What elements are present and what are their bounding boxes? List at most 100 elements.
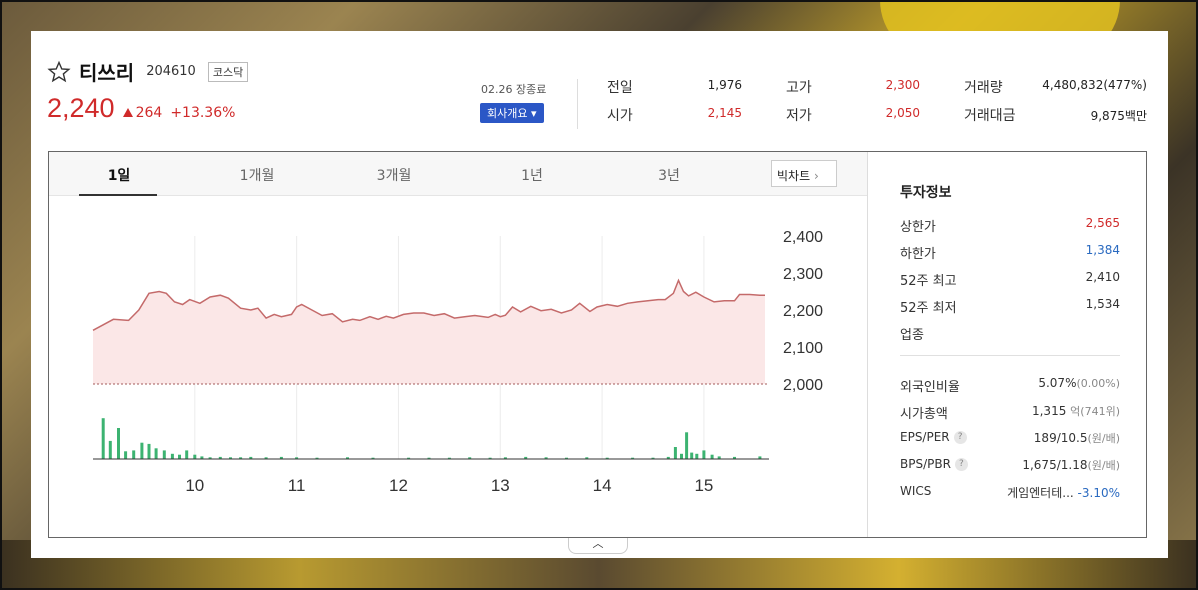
y-tick-label: 2,400 <box>783 229 823 246</box>
upper-limit-label: 상한가 <box>900 220 936 235</box>
market-cap-rank: (741위) <box>1080 405 1120 418</box>
price-chart: 2,400 2,300 2,200 2,100 2,000 10 11 12 13 14 15 <box>92 229 823 495</box>
tab-3months[interactable]: 3개월 <box>354 165 434 185</box>
tab-1year[interactable]: 1년 <box>492 165 572 185</box>
big-chart-label: 빅차트 <box>777 169 811 183</box>
week52-low-row: 52주 최저 1,534 <box>900 297 1120 316</box>
volume-value: 4,480,832(477%) <box>1042 78 1147 92</box>
y-tick-label: 2,300 <box>783 266 823 283</box>
chevron-up-icon: ︿ <box>592 537 604 550</box>
wics-sector-link[interactable]: 게임엔터테... <box>1007 486 1074 500</box>
volume-label: 거래량 <box>964 80 1003 96</box>
market-cap-value: 1,315 <box>1031 404 1067 418</box>
volume-bar <box>147 443 151 459</box>
help-icon[interactable]: ? <box>954 458 968 471</box>
lower-limit-label: 하한가 <box>900 247 936 262</box>
stock-panel: 티쓰리 204610 코스닥 2,240 264 +13.36% 02.26 장… <box>31 31 1168 558</box>
week52-low-value: 1,534 <box>1085 297 1120 311</box>
chart-container: 1일 1개월 3개월 1년 3년 빅차트 › 2,400 2,300 2,200 2,… <box>48 151 1147 538</box>
price-change: 264 <box>122 105 163 121</box>
volume-bar <box>702 450 706 459</box>
eps-per-label: EPS/PER <box>900 430 950 444</box>
upper-limit-row: 상한가 2,565 <box>900 216 1120 235</box>
sector-row: 업종 <box>900 324 1120 343</box>
market-cap-row: 시가총액 1,315 억(741위) <box>900 403 1120 422</box>
open-value: 2,145 <box>707 106 742 120</box>
tab-1day[interactable]: 1일 <box>79 165 159 185</box>
foreign-ratio-value: 5.07% <box>1038 376 1077 390</box>
volume-bar <box>695 453 699 459</box>
volume-bar <box>685 432 689 459</box>
high-value: 2,300 <box>885 78 920 92</box>
volume-bar <box>170 453 174 459</box>
divider <box>577 79 578 129</box>
stock-code: 204610 <box>146 64 196 79</box>
big-chart-button[interactable]: 빅차트 › <box>771 160 837 187</box>
volume-bar <box>117 428 120 459</box>
eps-per-row: EPS/PER? 189/10.5(원/배) <box>900 430 1120 445</box>
x-tick-label: 13 <box>491 476 510 495</box>
section-divider <box>900 355 1120 356</box>
change-value: 264 <box>135 105 163 121</box>
investment-info-title: 투자정보 <box>900 185 952 201</box>
bps-pbr-row: BPS/PBR? 1,675/1.18(원/배) <box>900 457 1120 472</box>
volume-bar <box>710 454 714 459</box>
volume-bar <box>154 448 158 460</box>
bps-pbr-unit: (원/배) <box>1087 459 1120 472</box>
market-close-label: 02.26 장종료 <box>481 83 547 96</box>
volume-bar <box>193 454 197 459</box>
volume-bar <box>108 440 112 459</box>
y-tick-label: 2,000 <box>783 377 823 394</box>
chevron-right-icon: › <box>813 169 819 183</box>
volume-bar <box>162 450 166 459</box>
market-badge: 코스닥 <box>207 61 249 82</box>
sector-label: 업종 <box>900 328 924 343</box>
lower-limit-row: 하한가 1,384 <box>900 243 1120 262</box>
y-axis-ticks: 2,400 2,300 2,200 2,100 2,000 <box>783 229 823 394</box>
volume-bar <box>101 418 105 460</box>
bps-pbr-value: 1,675/1.18 <box>1022 458 1088 472</box>
stock-name: 티쓰리 <box>79 61 135 85</box>
bps-pbr-label: BPS/PBR <box>900 457 951 471</box>
up-arrow-icon <box>122 108 133 117</box>
period-tabs: 1일 1개월 3개월 1년 3년 빅차트 › <box>49 152 867 196</box>
volume-bar <box>690 452 694 460</box>
x-tick-label: 11 <box>288 476 306 495</box>
help-icon[interactable]: ? <box>953 431 967 444</box>
company-overview-button[interactable]: 회사개요 ▾ <box>480 103 544 123</box>
low-value: 2,050 <box>885 106 920 120</box>
company-overview-label: 회사개요 <box>487 107 528 120</box>
collapse-toggle[interactable]: ︿ <box>568 538 628 554</box>
star-icon[interactable] <box>47 60 71 84</box>
wics-label: WICS <box>900 484 932 498</box>
amount-value: 9,875백만 <box>1090 109 1147 123</box>
volume-bars <box>101 418 762 460</box>
week52-high-value: 2,410 <box>1085 270 1120 284</box>
volume-bar <box>140 442 144 459</box>
tab-1month[interactable]: 1개월 <box>217 165 297 185</box>
wics-row: WICS 게임엔터테... -3.10% <box>900 484 1120 500</box>
price-row: 2,240 264 +13.36% <box>47 93 235 124</box>
stock-title-row: 티쓰리 204610 코스닥 <box>47 57 249 86</box>
y-tick-label: 2,200 <box>783 303 823 320</box>
x-tick-label: 14 <box>593 476 612 495</box>
y-tick-label: 2,100 <box>783 340 823 357</box>
upper-limit-value: 2,565 <box>1085 216 1120 230</box>
volume-bar <box>185 450 189 459</box>
prev-close-value: 1,976 <box>707 78 742 92</box>
volume-bar <box>673 447 677 459</box>
volume-bar <box>680 453 683 459</box>
eps-per-value: 189/10.5 <box>1033 431 1088 445</box>
foreign-ratio-label: 외국인비율 <box>900 380 960 395</box>
x-tick-label: 10 <box>185 476 204 495</box>
foreign-ratio-change: (0.00%) <box>1076 377 1120 390</box>
tab-3years[interactable]: 3년 <box>629 165 709 185</box>
x-tick-label: 15 <box>694 476 713 495</box>
volume-bar <box>178 454 181 459</box>
week52-high-label: 52주 최고 <box>900 274 957 289</box>
price-area <box>93 280 765 384</box>
market-cap-unit: 억 <box>1070 405 1081 418</box>
market-cap-label: 시가총액 <box>900 407 948 422</box>
x-tick-label: 12 <box>389 476 408 495</box>
current-price: 2,240 <box>47 93 115 123</box>
